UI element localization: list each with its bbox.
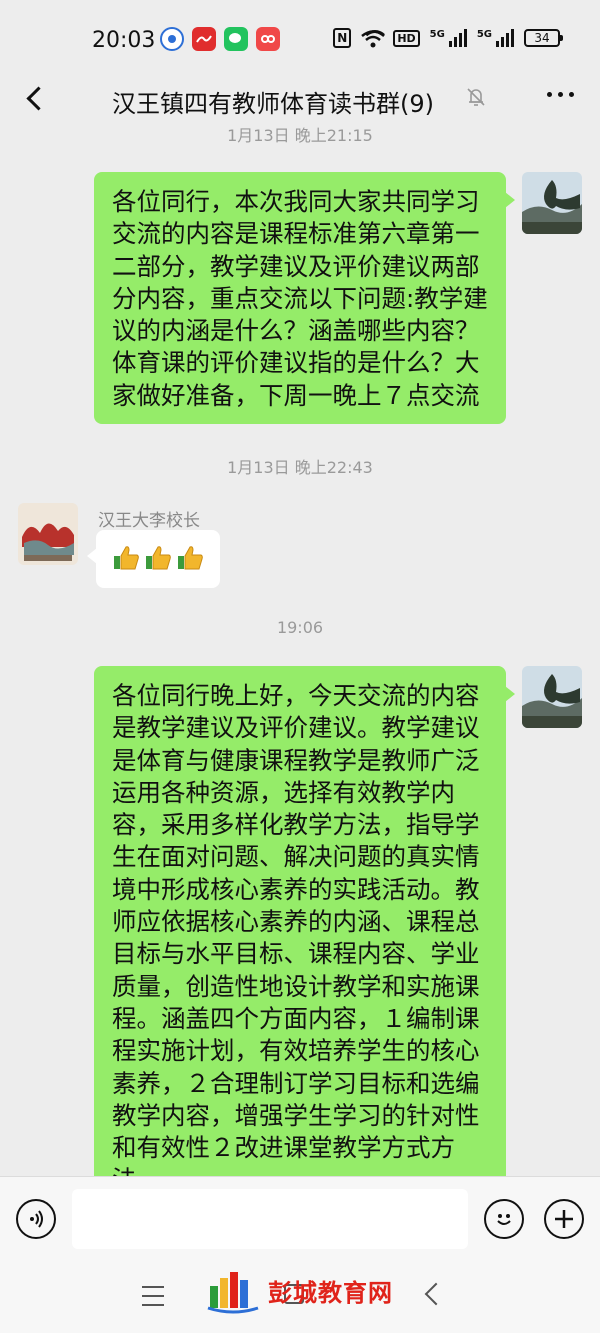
browser-app-icon bbox=[160, 27, 184, 51]
battery-icon: 34 bbox=[524, 29, 563, 47]
status-time: 20:03 bbox=[92, 28, 156, 53]
chevron-left-icon bbox=[25, 85, 51, 111]
self-avatar[interactable] bbox=[522, 666, 582, 728]
back-button[interactable] bbox=[16, 80, 52, 116]
status-bar: 20:03 N HD 5G 5G 34 bbox=[0, 0, 600, 70]
site-watermark: 彭城教育网 bbox=[206, 1266, 393, 1314]
notification-icons bbox=[160, 27, 280, 51]
message-bubble-other[interactable] bbox=[87, 530, 220, 588]
status-indicators: N HD 5G 5G 34 bbox=[333, 28, 563, 48]
thumbs-up-icon bbox=[146, 546, 171, 570]
hd-voice-icon: HD bbox=[393, 29, 420, 47]
emoji-icon bbox=[497, 1214, 511, 1225]
timestamp-partial: 1月13日 晚上21:15 bbox=[227, 126, 373, 145]
nfc-icon: N bbox=[333, 28, 352, 48]
study-app-icon bbox=[192, 27, 216, 51]
wechat-app-icon bbox=[224, 27, 248, 51]
plus-icon bbox=[555, 1210, 573, 1228]
system-back-key[interactable] bbox=[424, 1282, 448, 1306]
thumbs-up-icon bbox=[114, 546, 139, 570]
emoji-button[interactable] bbox=[484, 1199, 524, 1239]
more-dot bbox=[558, 92, 563, 97]
input-bar bbox=[0, 1176, 600, 1260]
more-dot bbox=[547, 92, 552, 97]
wifi-icon bbox=[361, 30, 390, 48]
timestamp: 19:06 bbox=[276, 618, 324, 637]
shopping-app-icon bbox=[256, 27, 280, 51]
chat-header: 汉王镇四有教师体育读书群(9) bbox=[0, 70, 600, 126]
more-button[interactable] bbox=[547, 92, 574, 97]
bell-off-icon bbox=[465, 86, 487, 108]
thumbs-up-icon bbox=[178, 546, 203, 570]
sender-name-text: 汉王大李校长 bbox=[98, 511, 200, 531]
sender-name: 汉王大李校长 bbox=[98, 506, 200, 531]
thumbs-up-group bbox=[112, 544, 204, 572]
menu-key[interactable] bbox=[142, 1286, 164, 1313]
watermark-logo bbox=[207, 1272, 259, 1314]
signal-icon-1: 5G bbox=[430, 29, 467, 47]
timestamp: 1月13日 晚上22:43 bbox=[227, 458, 373, 477]
more-dot bbox=[569, 92, 574, 97]
message-list[interactable]: 1月13日 晚上21:15 各位同行，本次我同大家共同学习交流的内容是课程标准第… bbox=[0, 126, 600, 1176]
watermark-text: 彭城教育网 bbox=[268, 1278, 393, 1307]
message-input[interactable] bbox=[72, 1189, 468, 1249]
chat-title: 汉王镇四有教师体育读书群(9) bbox=[112, 90, 434, 118]
voice-icon bbox=[30, 1210, 43, 1228]
self-avatar[interactable] bbox=[522, 172, 582, 234]
message-bubble-self[interactable]: 各位同行，本次我同大家共同学习交流的内容是课程标准第六章第一二部分，教学建议及评… bbox=[94, 172, 515, 424]
signal-icon-2: 5G bbox=[477, 29, 514, 47]
message-bubble-self[interactable]: 各位同行晚上好，今天交流的内容是教学建议及评价建议。教学建议是体育与健康课程教学… bbox=[94, 666, 515, 1176]
voice-button[interactable] bbox=[16, 1199, 56, 1239]
plus-button[interactable] bbox=[544, 1199, 584, 1239]
sender-avatar[interactable] bbox=[18, 503, 78, 565]
